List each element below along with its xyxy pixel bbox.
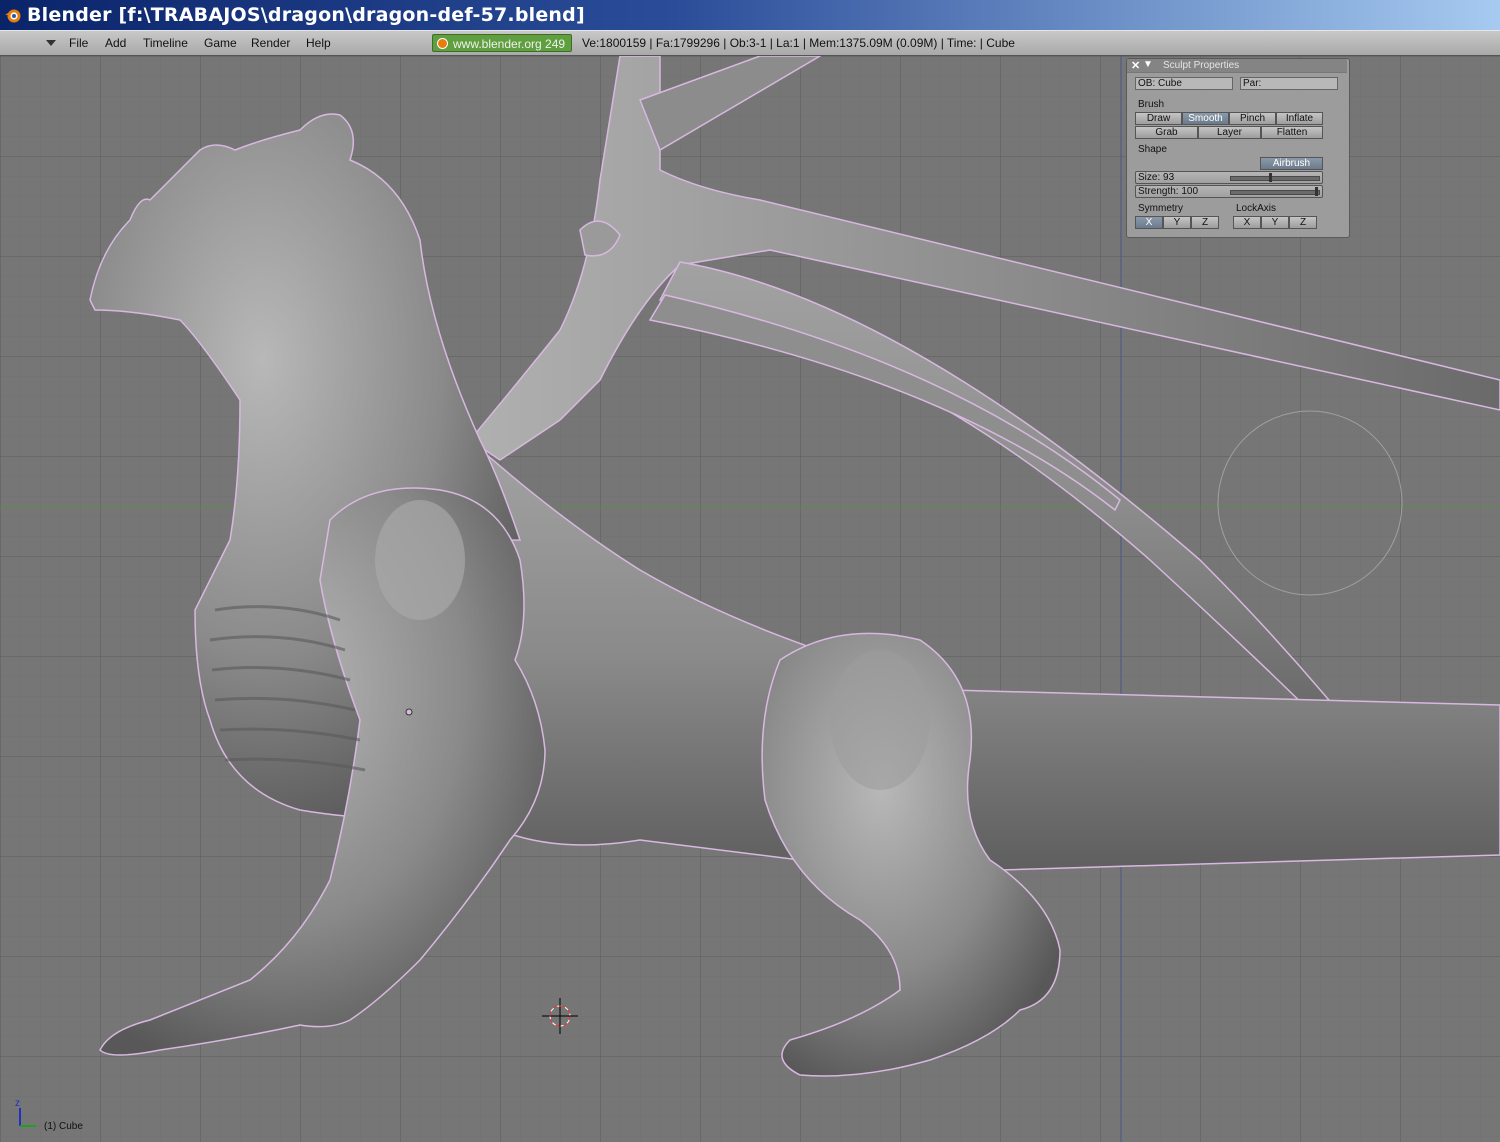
- collapse-arrow-icon[interactable]: ▼: [1143, 59, 1153, 70]
- size-slider[interactable]: Size: 93: [1135, 171, 1323, 184]
- strength-slider[interactable]: Strength: 100: [1135, 185, 1323, 198]
- panel-header[interactable]: ✕ ▼ Sculpt Properties: [1127, 59, 1347, 73]
- lockaxis-label: LockAxis: [1236, 203, 1277, 214]
- menu-render[interactable]: Render: [251, 36, 290, 50]
- menu-game[interactable]: Game: [204, 36, 237, 50]
- shape-label: Shape: [1138, 144, 1167, 155]
- close-icon[interactable]: ✕: [1131, 59, 1140, 72]
- object-name-field[interactable]: OB: Cube: [1135, 77, 1233, 90]
- lockaxis-y-button[interactable]: Y: [1261, 216, 1289, 229]
- brush-flatten-button[interactable]: Flatten: [1261, 126, 1323, 139]
- window-title: Blender [f:\TRABAJOS\dragon\dragon-def-5…: [27, 4, 585, 26]
- menu-add[interactable]: Add: [105, 36, 126, 50]
- brush-smooth-button[interactable]: Smooth: [1182, 112, 1229, 125]
- blender-org-button[interactable]: www.blender.org 249: [432, 34, 572, 52]
- symmetry-label: Symmetry: [1138, 203, 1183, 214]
- size-slider-track: [1230, 176, 1320, 181]
- menu-file[interactable]: File: [69, 36, 88, 50]
- symmetry-z-button[interactable]: Z: [1191, 216, 1219, 229]
- menu-timeline[interactable]: Timeline: [143, 36, 188, 50]
- 3d-cursor-icon[interactable]: [542, 998, 578, 1034]
- brush-draw-button[interactable]: Draw: [1135, 112, 1182, 125]
- symmetry-y-button[interactable]: Y: [1163, 216, 1191, 229]
- object-label: (1) Cube: [44, 1121, 83, 1132]
- lockaxis-z-button[interactable]: Z: [1289, 216, 1317, 229]
- brush-inflate-button[interactable]: Inflate: [1276, 112, 1323, 125]
- sculpt-properties-panel: ✕ ▼ Sculpt Properties OB: Cube Par: Brus…: [1126, 58, 1350, 238]
- size-slider-label: Size: 93: [1138, 172, 1175, 183]
- panel-title: Sculpt Properties: [1163, 60, 1240, 71]
- brush-label: Brush: [1138, 99, 1165, 110]
- site-label: www.blender.org 249: [453, 37, 566, 51]
- lockaxis-x-button[interactable]: X: [1233, 216, 1261, 229]
- airbrush-toggle[interactable]: Airbrush: [1260, 157, 1323, 170]
- brush-grab-button[interactable]: Grab: [1135, 126, 1198, 139]
- parent-field[interactable]: Par:: [1240, 77, 1338, 90]
- strength-slider-label: Strength: 100: [1138, 186, 1199, 197]
- header-collapse-icon[interactable]: [46, 40, 56, 46]
- view-axes-gizmo: [19, 1108, 36, 1127]
- symmetry-x-button[interactable]: X: [1135, 216, 1163, 229]
- brush-layer-button[interactable]: Layer: [1198, 126, 1261, 139]
- blender-logo-icon: [437, 38, 448, 49]
- menu-help[interactable]: Help: [306, 36, 331, 50]
- title-bar: Blender [f:\TRABAJOS\dragon\dragon-def-5…: [0, 0, 1500, 30]
- brush-pinch-button[interactable]: Pinch: [1229, 112, 1276, 125]
- brush-circle: [1217, 410, 1403, 596]
- strength-slider-track: [1230, 190, 1320, 195]
- z-axis-label: z: [15, 1098, 20, 1109]
- scene-stats: Ve:1800159 | Fa:1799296 | Ob:3-1 | La:1 …: [582, 36, 1015, 50]
- header-bar: File Add Timeline Game Render Help www.b…: [0, 30, 1500, 56]
- blender-logo-icon: [4, 6, 22, 24]
- object-origin: [405, 708, 413, 716]
- dragon-body: [89, 113, 1500, 1077]
- strength-slider-knob[interactable]: [1315, 187, 1318, 196]
- size-slider-knob[interactable]: [1268, 173, 1272, 182]
